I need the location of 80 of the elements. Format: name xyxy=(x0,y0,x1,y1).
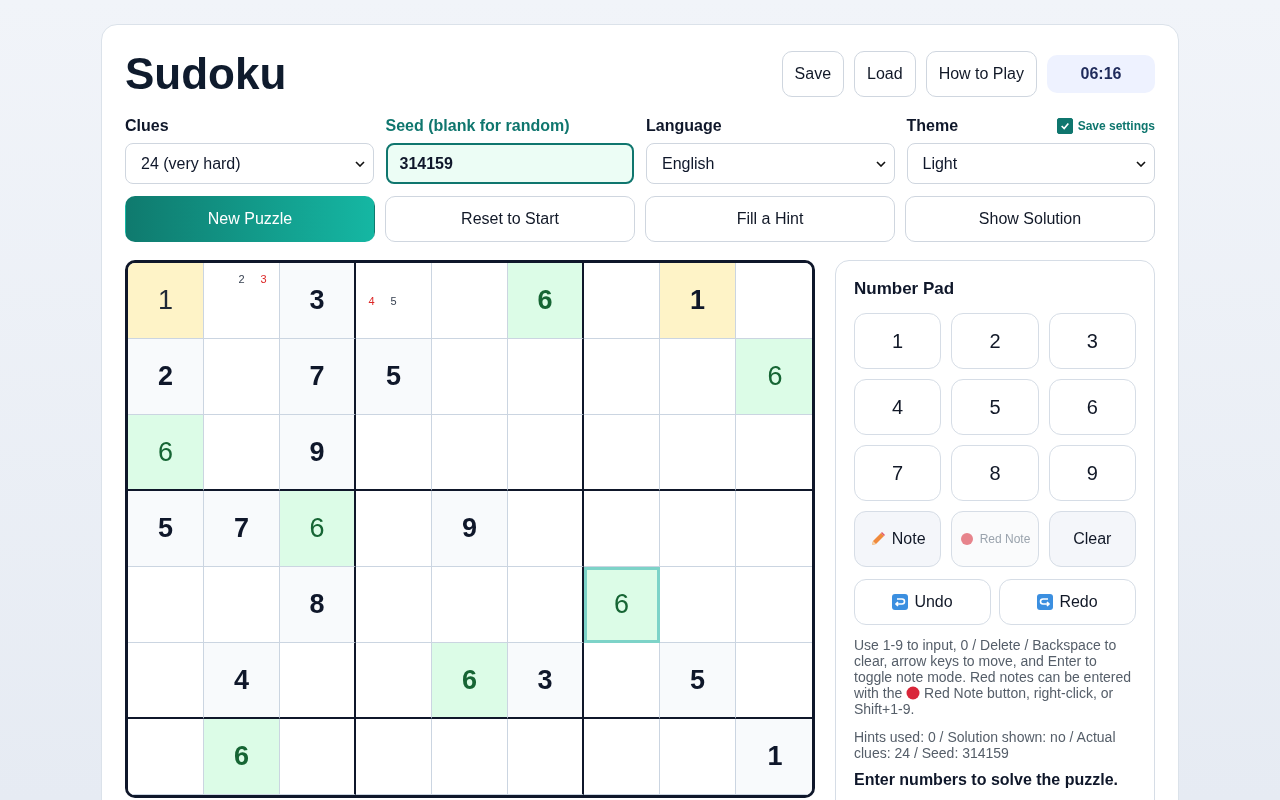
board-cell[interactable]: 6 xyxy=(204,719,280,795)
board-cell[interactable]: 3 xyxy=(280,263,356,339)
pad-key[interactable]: 8 xyxy=(951,445,1039,501)
board-cell[interactable]: 2 3 xyxy=(204,263,280,339)
pad-key[interactable]: 3 xyxy=(1048,313,1136,369)
dot-icon xyxy=(959,532,974,546)
checkbox[interactable] xyxy=(1056,118,1073,134)
history-button[interactable]: Undo xyxy=(854,579,991,625)
board-cell[interactable]: 6 xyxy=(128,415,204,491)
pad-key[interactable]: Note xyxy=(854,511,942,567)
clues-select[interactable]: 24 (very hard) xyxy=(125,143,374,184)
pad-key[interactable]: 7 xyxy=(854,445,942,501)
action-button[interactable]: Show Solution xyxy=(905,196,1155,242)
board-cell[interactable] xyxy=(508,567,584,643)
board-cell[interactable]: 4 xyxy=(204,643,280,719)
board-cell[interactable]: 5 xyxy=(660,643,736,719)
checkbox-label: Save settings xyxy=(1077,119,1155,133)
pad-key[interactable]: 4 xyxy=(854,379,942,435)
header-button[interactable]: Load xyxy=(854,51,916,97)
chevron-icon xyxy=(1136,160,1146,167)
board-cell[interactable]: 8 xyxy=(280,567,356,643)
board-cell[interactable]: 7 xyxy=(204,491,280,567)
theme-select[interactable]: Light xyxy=(906,143,1155,184)
board-cell[interactable]: 1 xyxy=(736,719,812,795)
header-button[interactable]: Save xyxy=(781,51,845,97)
app-title: Sudoku xyxy=(125,49,287,99)
board-cell[interactable] xyxy=(508,719,584,795)
board-cell[interactable] xyxy=(280,643,356,719)
dot-icon xyxy=(906,686,921,700)
checkmark-icon xyxy=(1059,121,1070,131)
board-cell[interactable]: 6 xyxy=(508,263,584,339)
board-cell[interactable] xyxy=(508,339,584,415)
board-cell[interactable]: 1 xyxy=(128,263,204,339)
board-cell[interactable]: 3 xyxy=(508,643,584,719)
pencil-note: 3 xyxy=(259,271,268,287)
help-text: Use 1-9 to input, 0 / Delete / Backspace to clear, arrow keys to move, and Enter to toggle note mode. Red notes can be entered with the Red Note button, right-click, or Shift+1-9. xyxy=(854,637,1133,717)
board-cell[interactable]: 7 xyxy=(280,339,356,415)
board-cell[interactable]: 9 xyxy=(280,415,356,491)
status-message: Enter numbers to solve the puzzle. xyxy=(854,771,1120,789)
board-cell[interactable]: 5 xyxy=(356,339,432,415)
header-button[interactable]: How to Play xyxy=(925,51,1037,97)
redo-icon xyxy=(1037,594,1054,610)
field-label: Theme xyxy=(906,117,959,135)
board-cell[interactable]: 6 xyxy=(736,339,812,415)
pencil-note: 5 xyxy=(389,293,398,309)
seed-input[interactable]: 314159 xyxy=(385,143,634,184)
pencil-note: 2 xyxy=(237,271,246,287)
board-cell[interactable]: 4 5 xyxy=(356,263,432,339)
pad-key[interactable]: 5 xyxy=(951,379,1039,435)
pencil-icon xyxy=(869,531,886,547)
chevron-icon xyxy=(875,160,886,167)
action-button[interactable]: New Puzzle xyxy=(125,196,375,242)
pad-key[interactable]: 1 xyxy=(854,313,942,369)
field-label: Clues xyxy=(125,117,170,135)
field-label: Seed (blank for random) xyxy=(385,117,571,135)
board-cell[interactable]: 5 xyxy=(128,491,204,567)
action-button[interactable]: Reset to Start xyxy=(385,196,635,242)
field-label: Language xyxy=(646,117,723,135)
stats-text: Hints used: 0 / Solution shown: no / Actual clues: 24 / Seed: 314159 xyxy=(854,729,1117,761)
board-cell[interactable]: 2 xyxy=(128,339,204,415)
timer: 06:16 xyxy=(1047,55,1155,93)
action-button[interactable]: Fill a Hint xyxy=(645,196,895,242)
board-cell[interactable] xyxy=(508,491,584,567)
chevron-icon xyxy=(354,160,365,167)
board-cell[interactable]: 6 xyxy=(280,491,356,567)
pad-key[interactable]: 9 xyxy=(1048,445,1136,501)
board-cell[interactable] xyxy=(508,415,584,491)
board-cell[interactable]: 6 xyxy=(584,567,660,643)
board-cell[interactable]: 9 xyxy=(432,491,508,567)
history-button[interactable]: Redo xyxy=(999,579,1136,625)
board-cell[interactable]: 6 xyxy=(432,643,508,719)
pad-key[interactable]: Clear xyxy=(1048,511,1136,567)
board-cell[interactable] xyxy=(280,719,356,795)
undo-icon xyxy=(892,594,909,610)
language-select[interactable]: English xyxy=(646,143,895,184)
pad-key[interactable]: 6 xyxy=(1048,379,1136,435)
board-cell[interactable]: 1 xyxy=(660,263,736,339)
pad-key[interactable]: 2 xyxy=(951,313,1039,369)
pencil-note: 4 xyxy=(367,293,376,309)
panel-title: Number Pad xyxy=(854,279,956,299)
